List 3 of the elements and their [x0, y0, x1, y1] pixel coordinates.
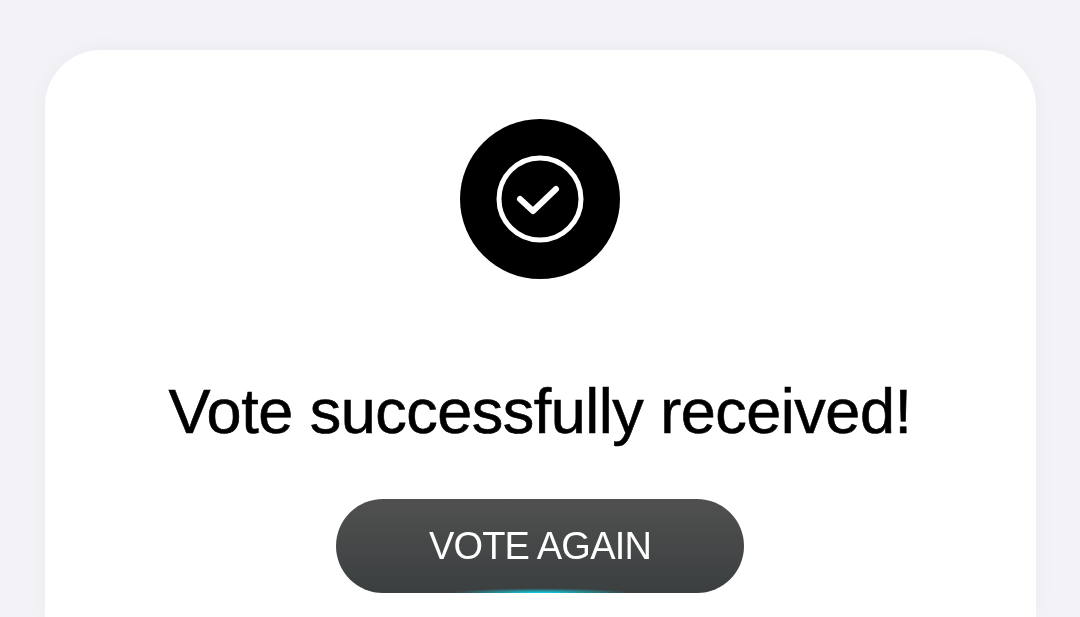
check-circle-icon: [460, 119, 620, 279]
success-heading: Vote successfully received!: [168, 376, 912, 446]
vote-again-button[interactable]: VOTE AGAIN: [336, 499, 744, 593]
